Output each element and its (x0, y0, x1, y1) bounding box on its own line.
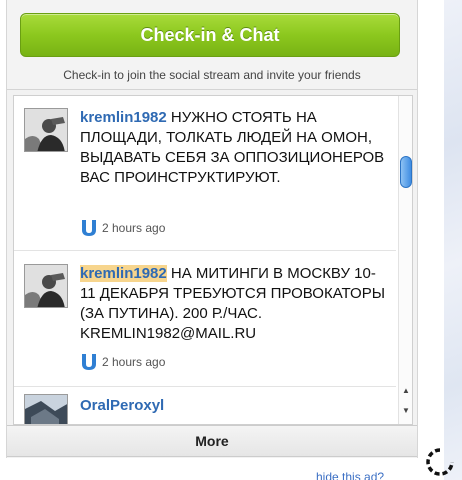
social-stream-list[interactable]: kremlin1982 НУЖНО СТОЯТЬ НА ПЛОЩАДИ, ТОЛ… (13, 95, 413, 425)
stream-scrollbar[interactable]: ▲ ▼ (398, 96, 412, 424)
hide-ad-link[interactable]: hide this ad? (316, 470, 384, 480)
social-stream-widget: Check-in & Chat Check-in to join the soc… (6, 0, 418, 458)
username-link[interactable]: kremlin1982 (80, 109, 167, 126)
avatar[interactable] (24, 394, 68, 424)
post-text: OralPeroxyl (80, 396, 386, 416)
list-item: kremlin1982 НА МИТИНГИ В МОСКВУ 10-11 ДЕ… (14, 252, 396, 387)
avatar-image (25, 265, 67, 307)
list-item: kremlin1982 НУЖНО СТОЯТЬ НА ПЛОЩАДИ, ТОЛ… (14, 96, 396, 251)
scroll-down-arrow-icon[interactable]: ▼ (401, 406, 411, 415)
post-timestamp: 2 hours ago (102, 355, 166, 369)
loading-spinner-icon (426, 448, 454, 476)
avatar-image (25, 109, 67, 151)
post-timestamp: 2 hours ago (102, 221, 166, 235)
avatar-image (25, 395, 67, 424)
scroll-thumb[interactable] (400, 156, 412, 188)
post-meta: 2 hours ago (80, 218, 165, 238)
username-link[interactable]: OralPeroxyl (80, 397, 164, 414)
scroll-up-arrow-icon[interactable]: ▲ (401, 386, 411, 395)
avatar[interactable] (24, 108, 68, 152)
avatar[interactable] (24, 264, 68, 308)
post-text: kremlin1982 НУЖНО СТОЯТЬ НА ПЛОЩАДИ, ТОЛ… (80, 108, 386, 188)
more-button[interactable]: More (7, 425, 417, 457)
checkin-area: Check-in & Chat Check-in to join the soc… (7, 0, 417, 90)
u-source-icon (82, 220, 96, 236)
checkin-chat-button[interactable]: Check-in & Chat (20, 13, 400, 57)
list-item: OralPeroxyl (14, 388, 396, 424)
post-meta: 2 hours ago (80, 352, 165, 372)
post-text: kremlin1982 НА МИТИНГИ В МОСКВУ 10-11 ДЕ… (80, 264, 386, 344)
username-link[interactable]: kremlin1982 (80, 265, 167, 282)
background-decoration (444, 0, 462, 480)
u-source-icon (82, 354, 96, 370)
checkin-hint: Check-in to join the social stream and i… (63, 68, 361, 82)
